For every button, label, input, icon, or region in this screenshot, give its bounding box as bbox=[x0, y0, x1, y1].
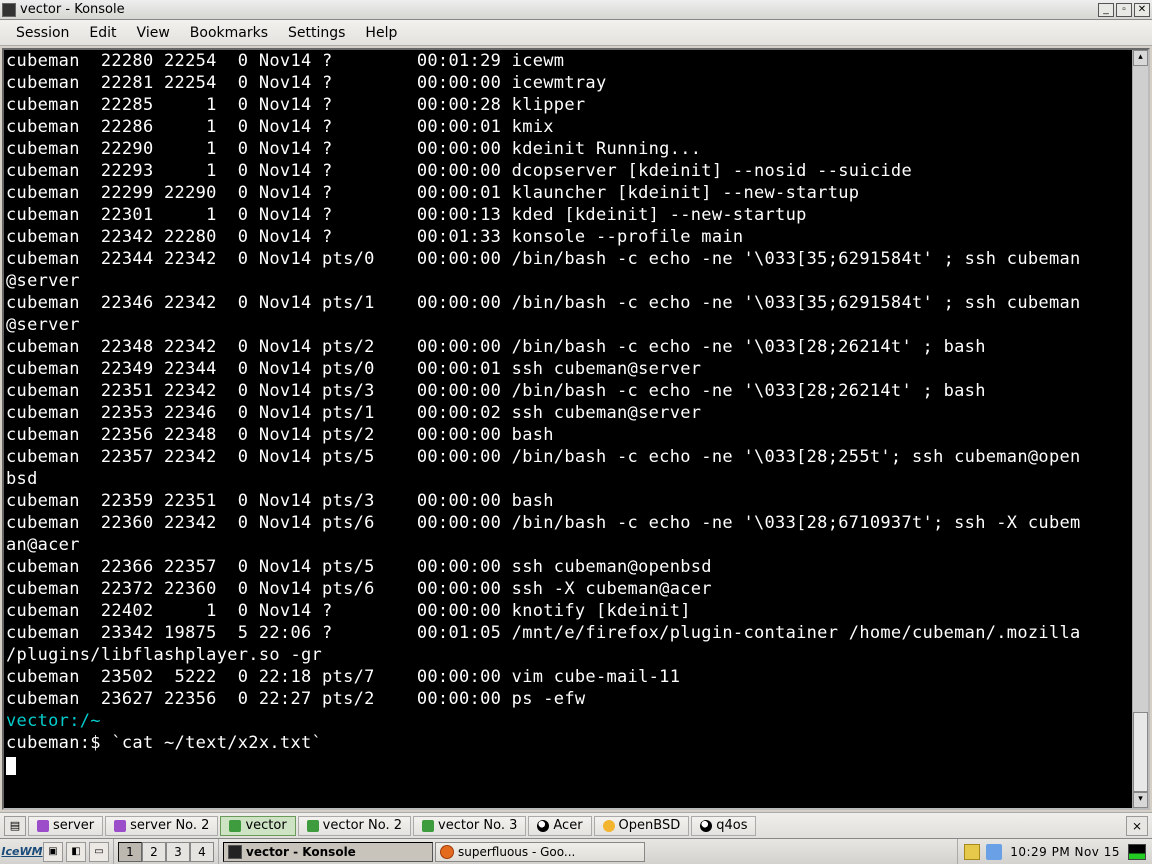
scroll-thumb[interactable] bbox=[1133, 712, 1148, 792]
session-tab-label: q4os bbox=[716, 818, 747, 833]
scroll-track[interactable] bbox=[1133, 66, 1148, 792]
workspace-button[interactable]: 1 bbox=[118, 842, 142, 862]
session-tab[interactable]: vector No. 2 bbox=[298, 816, 411, 836]
vertical-scrollbar[interactable]: ▴ ▾ bbox=[1132, 50, 1148, 808]
window-title: vector - Konsole bbox=[20, 2, 1096, 17]
network-monitor[interactable] bbox=[1128, 844, 1146, 860]
clock[interactable]: 10:29 PM Nov 15 bbox=[1008, 845, 1122, 859]
taskbar: IceWM ▣ ◧ ▭ 1234 vector - Konsole superfl… bbox=[0, 838, 1152, 864]
terminal-frame: cubeman 22280 22254 0 Nov14 ? 00:01:29 i… bbox=[2, 48, 1150, 810]
session-tab-label: Acer bbox=[553, 818, 582, 833]
task-icon bbox=[440, 845, 454, 859]
session-tab-icon bbox=[307, 820, 319, 832]
task-icon bbox=[228, 845, 242, 859]
system-tray: 10:29 PM Nov 15 bbox=[957, 839, 1152, 864]
terminal[interactable]: cubeman 22280 22254 0 Nov14 ? 00:01:29 i… bbox=[4, 50, 1132, 808]
task-list: vector - Konsole superfluous - Goo... bbox=[219, 839, 957, 864]
session-tab-icon bbox=[700, 820, 712, 832]
session-tab-icon bbox=[537, 820, 549, 832]
session-tab-label: server bbox=[53, 818, 94, 833]
session-tab[interactable]: vector bbox=[220, 816, 295, 836]
scroll-up-arrow[interactable]: ▴ bbox=[1133, 50, 1148, 66]
session-tab-label: vector No. 2 bbox=[323, 818, 402, 833]
volume-tray-icon[interactable] bbox=[986, 844, 1002, 860]
scroll-down-arrow[interactable]: ▾ bbox=[1133, 792, 1148, 808]
close-session-button[interactable]: ⨯ bbox=[1126, 816, 1148, 836]
session-tab-icon bbox=[422, 820, 434, 832]
workspace-button[interactable]: 4 bbox=[190, 842, 214, 862]
session-tab[interactable]: q4os bbox=[691, 816, 756, 836]
task-button[interactable]: vector - Konsole bbox=[223, 842, 433, 862]
menu-edit[interactable]: Edit bbox=[79, 22, 126, 44]
app-icon bbox=[2, 3, 16, 17]
session-tab-label: server No. 2 bbox=[130, 818, 209, 833]
menubar: Session Edit View Bookmarks Settings Hel… bbox=[0, 20, 1152, 46]
session-tab[interactable]: Acer bbox=[528, 816, 591, 836]
task-button[interactable]: superfluous - Goo... bbox=[435, 842, 645, 862]
menu-bookmarks[interactable]: Bookmarks bbox=[180, 22, 278, 44]
session-tab[interactable]: server No. 2 bbox=[105, 816, 218, 836]
menu-settings[interactable]: Settings bbox=[278, 22, 355, 44]
workspace-button[interactable]: 3 bbox=[166, 842, 190, 862]
session-tab-icon bbox=[37, 820, 49, 832]
menu-help[interactable]: Help bbox=[355, 22, 407, 44]
session-tab-icon bbox=[603, 820, 615, 832]
workspace-button[interactable]: 2 bbox=[142, 842, 166, 862]
task-label: vector - Konsole bbox=[246, 845, 356, 859]
terminal-launcher-icon[interactable]: ▭ bbox=[89, 842, 109, 862]
show-desktop-icon[interactable]: ▣ bbox=[43, 842, 63, 862]
maximize-button[interactable]: ▫ bbox=[1116, 3, 1132, 17]
session-tab-label: OpenBSD bbox=[619, 818, 681, 833]
session-tab[interactable]: OpenBSD bbox=[594, 816, 690, 836]
window-titlebar: vector - Konsole _ ▫ ✕ bbox=[0, 0, 1152, 20]
quick-launch: IceWM ▣ ◧ ▭ bbox=[0, 839, 114, 864]
session-tab-icon bbox=[114, 820, 126, 832]
window-list-icon[interactable]: ◧ bbox=[66, 842, 86, 862]
clipboard-tray-icon[interactable] bbox=[964, 844, 980, 860]
session-tab[interactable]: vector No. 3 bbox=[413, 816, 526, 836]
start-menu-button[interactable]: IceWM bbox=[4, 842, 40, 862]
session-tabbar: ▤ server server No. 2 vector vector No. 2 ve… bbox=[0, 812, 1152, 838]
session-tab-icon bbox=[229, 820, 241, 832]
session-tab-label: vector bbox=[245, 818, 286, 833]
minimize-button[interactable]: _ bbox=[1098, 3, 1114, 17]
task-label: superfluous - Goo... bbox=[458, 845, 575, 859]
menu-view[interactable]: View bbox=[127, 22, 180, 44]
menu-session[interactable]: Session bbox=[6, 22, 79, 44]
session-tab[interactable]: server bbox=[28, 816, 103, 836]
new-session-button[interactable]: ▤ bbox=[4, 816, 26, 836]
session-tab-label: vector No. 3 bbox=[438, 818, 517, 833]
workspace-switcher: 1234 bbox=[114, 839, 219, 864]
close-button[interactable]: ✕ bbox=[1134, 3, 1150, 17]
